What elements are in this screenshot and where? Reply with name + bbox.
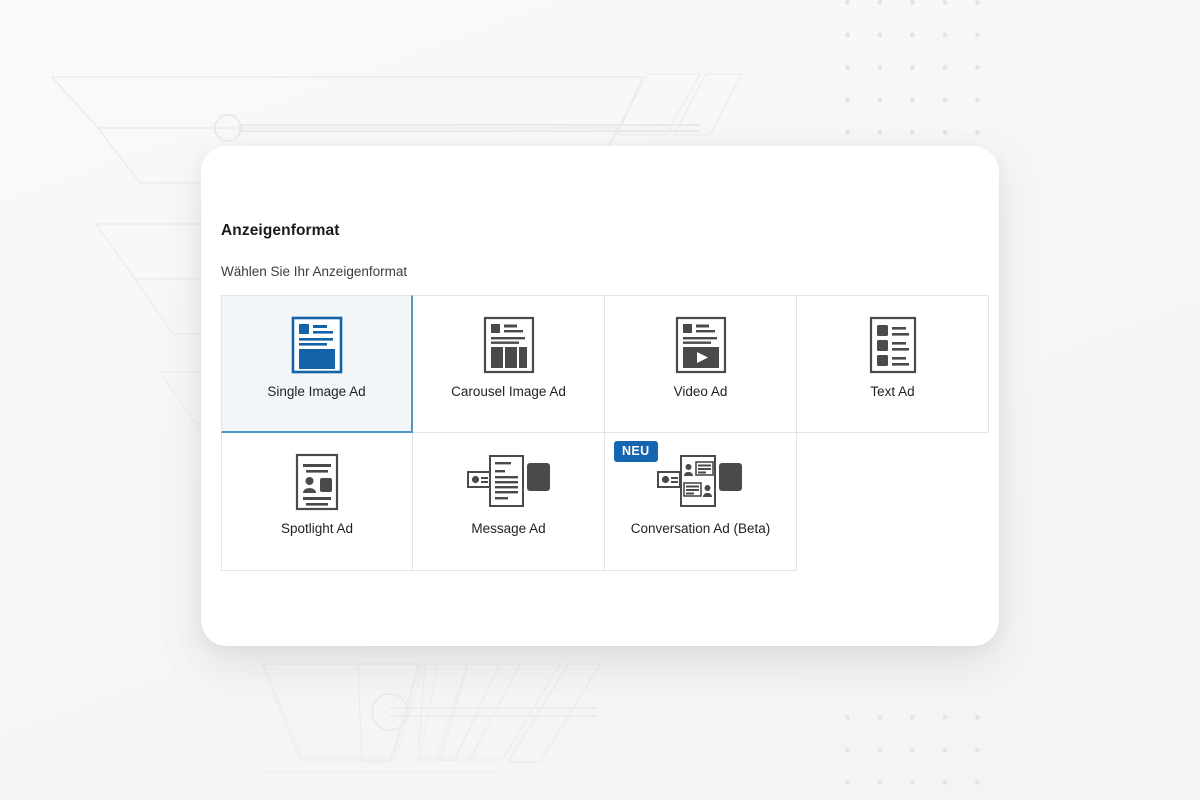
page-title: Anzeigenformat [221,222,340,239]
page-subtitle: Wählen Sie Ihr Anzeigenformat [221,264,408,279]
carousel-image-ad-icon [483,306,535,384]
video-ad-icon [675,306,727,384]
ad-format-option-single-image-ad[interactable]: Single Image Ad [221,295,413,433]
ad-format-option-conversation-ad[interactable]: NEU Conversation Ad (Beta) [605,433,797,571]
ad-format-label: Conversation Ad (Beta) [630,521,771,536]
ad-format-label: Spotlight Ad [280,521,354,536]
single-image-ad-icon [291,306,343,384]
ad-format-option-carousel-image-ad[interactable]: Carousel Image Ad [413,295,605,433]
ad-format-panel: Anzeigenformat Wählen Sie Ihr Anzeigenfo… [201,146,999,646]
ad-format-option-spotlight-ad[interactable]: Spotlight Ad [221,433,413,571]
text-ad-icon [867,306,919,384]
ad-format-label: Text Ad [870,384,915,399]
ad-format-option-message-ad[interactable]: Message Ad [413,433,605,571]
spotlight-ad-icon [291,443,343,521]
ad-format-label: Video Ad [673,384,728,399]
ad-format-label: Message Ad [471,521,546,536]
conversation-ad-icon [656,443,746,521]
status-badge: NEU [614,441,658,462]
ad-format-label: Carousel Image Ad [451,384,566,399]
ad-format-grid-empty-cell [797,433,989,571]
ad-format-option-video-ad[interactable]: Video Ad [605,295,797,433]
ad-format-label: Single Image Ad [267,384,366,399]
message-ad-icon [466,443,552,521]
ad-format-grid: Single Image Ad Carousel Image Ad Video … [221,295,989,571]
ad-format-option-text-ad[interactable]: Text Ad [797,295,989,433]
